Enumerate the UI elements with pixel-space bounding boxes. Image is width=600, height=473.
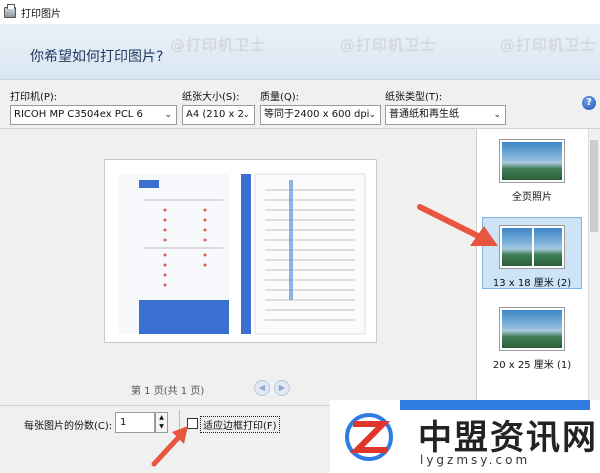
header-question: 你希望如何打印图片? <box>30 49 164 65</box>
quality-label: 质量(Q): <box>260 92 300 103</box>
layout-label: 20 x 25 厘米 (1) <box>492 360 572 371</box>
brand-url: lygzmsy.com <box>420 453 531 467</box>
printer-label: 打印机(P): <box>10 92 58 103</box>
next-page-button[interactable]: ▶ <box>274 380 290 396</box>
layout-item-20x25[interactable]: 20 x 25 厘米 (1) <box>482 300 582 372</box>
copies-label: 每张图片的份数(C): <box>24 421 113 432</box>
brand-logo-icon <box>345 413 393 461</box>
paper-size-select-value: A4 (210 x 2 <box>186 109 245 120</box>
brand-name: 中盟资讯网 <box>418 418 598 458</box>
chevron-down-icon: ⌄ <box>164 110 172 120</box>
spin-down-icon[interactable]: ▼ <box>156 422 167 431</box>
layout-thumbnail <box>500 226 564 268</box>
paper-size-label: 纸张大小(S): <box>182 92 240 103</box>
copies-stepper[interactable]: ▲ ▼ <box>155 412 168 433</box>
scrollbar-thumb[interactable] <box>590 140 598 232</box>
layout-label: 13 x 18 厘米 (2) <box>492 278 572 289</box>
layout-item-13x18[interactable]: 13 x 18 厘米 (2) <box>482 217 582 289</box>
quality-select[interactable]: 等同于2400 x 600 dpi ⌄ <box>260 105 381 125</box>
title-bar: 打印图片 <box>0 0 600 24</box>
divider <box>179 410 180 436</box>
page-indicator: 第 1 页(共 1 页) <box>131 386 205 397</box>
spin-up-icon[interactable]: ▲ <box>156 413 167 422</box>
layout-label: 全页照片 <box>512 192 552 203</box>
paper-type-select-value: 普通纸和再生纸 <box>389 109 459 120</box>
layout-thumbnail <box>500 140 564 182</box>
preview-image <box>119 173 366 335</box>
printer-icon <box>4 3 16 18</box>
paper-size-select[interactable]: A4 (210 x 2 ⌄ <box>182 105 255 125</box>
window-title: 打印图片 <box>21 8 61 20</box>
arrow-left-icon: ◀ <box>258 383 266 392</box>
fit-frame-checkbox[interactable] <box>187 418 198 429</box>
quality-select-value: 等同于2400 x 600 dpi <box>264 109 370 120</box>
paper-type-label: 纸张类型(T): <box>385 92 443 103</box>
fit-frame-label[interactable]: 适应边框打印(F) <box>200 416 280 433</box>
help-icon[interactable]: ? <box>582 96 596 110</box>
printer-select-value: RICOH MP C3504ex PCL 6 <box>14 109 143 120</box>
dialog-header: 你希望如何打印图片? <box>0 24 600 80</box>
paper-type-select[interactable]: 普通纸和再生纸 ⌄ <box>385 105 506 125</box>
arrow-right-icon: ▶ <box>278 383 286 392</box>
printer-select[interactable]: RICOH MP C3504ex PCL 6 ⌄ <box>10 105 177 125</box>
chevron-down-icon: ⌄ <box>242 110 250 120</box>
chevron-down-icon: ⌄ <box>368 110 376 120</box>
copies-input[interactable]: 1 <box>115 412 155 433</box>
layout-item-full-page[interactable]: 全页照片 <box>482 132 582 203</box>
layout-thumbnail <box>500 308 564 350</box>
prev-page-button[interactable]: ◀ <box>254 380 270 396</box>
preview-page <box>104 159 377 343</box>
divider <box>532 228 534 266</box>
chevron-down-icon: ⌄ <box>493 110 501 120</box>
brand-band <box>400 400 590 410</box>
